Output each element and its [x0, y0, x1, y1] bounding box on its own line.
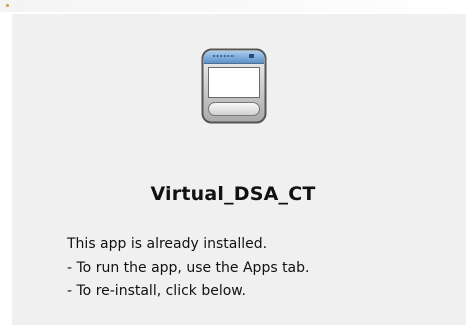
message-line-run: - To run the app, use the Apps tab. — [67, 259, 310, 276]
message-line-reinstall: - To re-install, click below. — [67, 283, 246, 299]
message-line-installed: This app is already installed. — [67, 236, 268, 252]
corner-mark — [6, 4, 9, 7]
install-dialog: Virtual_DSA_CT This app is already insta… — [0, 0, 466, 325]
app-name: Virtual_DSA_CT — [150, 183, 316, 205]
top-edge — [0, 0, 466, 12]
install-message: This app is already installed. - To run … — [67, 233, 309, 304]
app-window-icon — [201, 48, 267, 124]
